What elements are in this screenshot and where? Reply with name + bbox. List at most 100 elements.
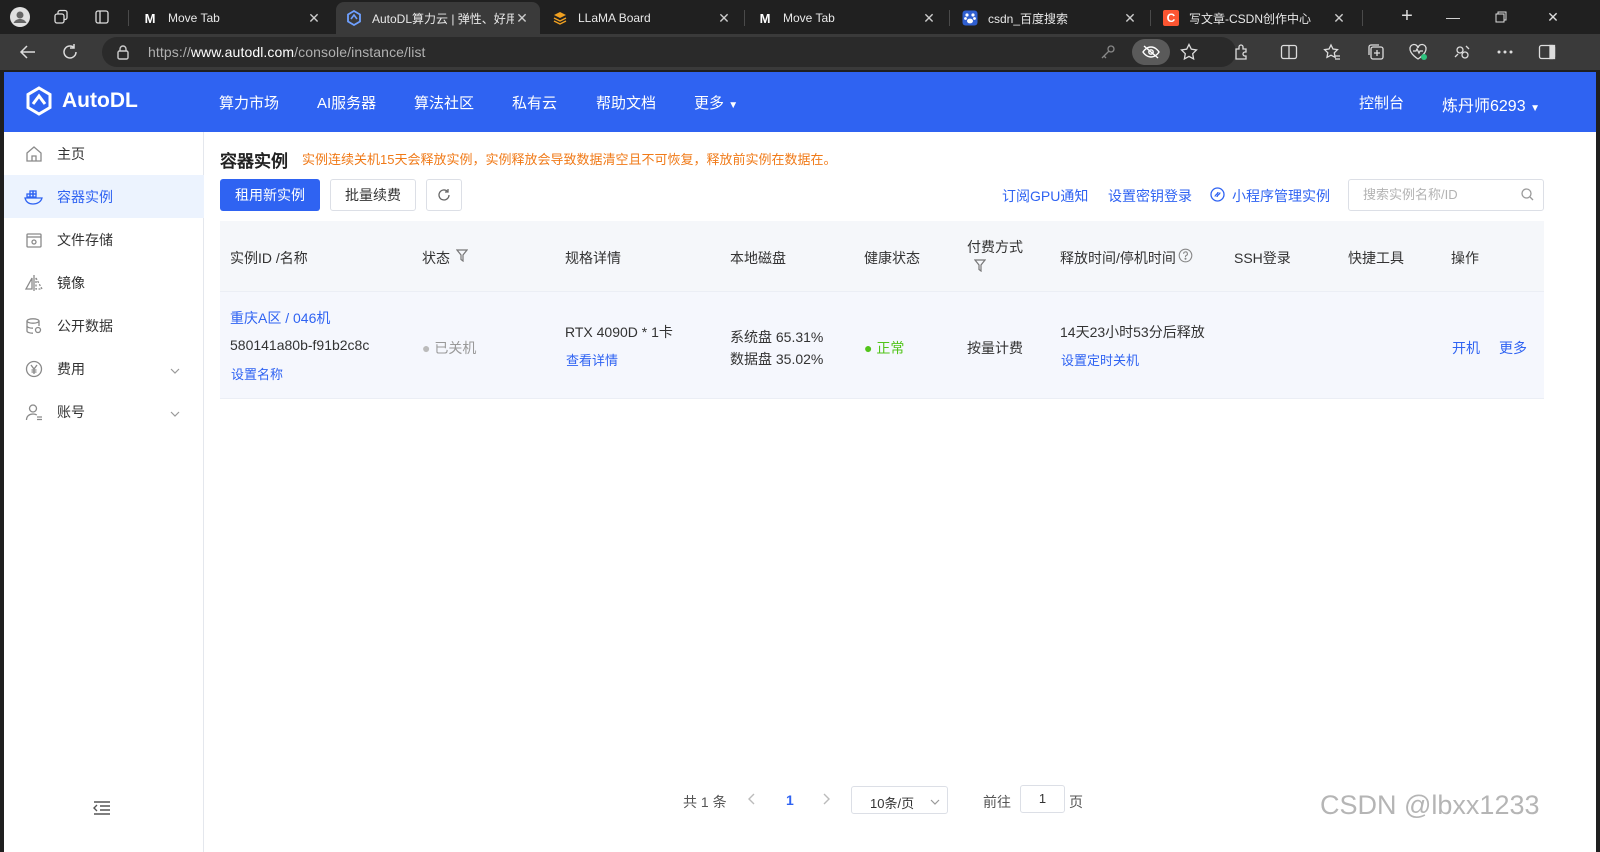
sidebar-item-image[interactable]: 镜像 [4,261,204,304]
sidebar-item-billing[interactable]: 费用 [4,347,204,390]
profile-avatar-icon[interactable] [9,6,31,28]
menu-compute-market[interactable]: 算力市场 [219,92,279,113]
split-screen-icon[interactable] [1277,40,1301,64]
next-page-icon[interactable] [823,792,831,808]
search-input[interactable] [1363,187,1513,202]
subscribe-gpu-notice-link[interactable]: 订阅GPU通知 [1002,186,1088,206]
sidebar-item-public-data[interactable]: 公开数据 [4,304,204,347]
filter-icon[interactable] [973,259,987,277]
autodl-logo[interactable]: AutoDL [24,86,138,116]
sidebar: 主页 容器实例 文件存储 镜像 公开数据 费用 账号 [4,132,204,852]
sidebar-item-file-storage[interactable]: 文件存储 [4,218,204,261]
tab-close-icon[interactable]: ✕ [1122,10,1138,27]
tab-title: AutoDL算力云 | 弹性、好用 [372,11,514,26]
autodl-page: AutoDL 算力市场 AI服务器 算法社区 私有云 帮助文档 更多 ▼ 控制台… [4,72,1596,852]
lock-icon[interactable] [116,44,130,65]
browser-tab[interactable]: M Move Tab ✕ [132,2,332,34]
browser-essentials-icon[interactable] [1406,40,1430,64]
refresh-button[interactable] [426,179,462,211]
goto-prefix: 前往 [983,794,1011,810]
goto-page-input[interactable]: 1 [1020,785,1065,813]
tab-close-icon[interactable]: ✕ [716,10,732,27]
tab-title: Move Tab [783,11,835,25]
browser-tab[interactable]: M Move Tab ✕ [747,2,947,34]
minimize-icon[interactable]: — [1430,4,1476,30]
sidebar-item-account[interactable]: 账号 [4,390,204,433]
restore-icon[interactable] [1478,4,1524,30]
more-options-icon[interactable] [1493,40,1517,64]
sidebar-item-container-instance[interactable]: 容器实例 [4,175,204,218]
sidebar-item-home[interactable]: 主页 [4,132,204,175]
gpu-spec: RTX 4090D * 1卡 [565,324,673,340]
menu-console[interactable]: 控制台 [1359,92,1404,113]
csdn-favicon-icon: C [1163,10,1179,26]
menu-more[interactable]: 更多 ▼ [694,92,738,113]
page-title: 容器实例 [220,152,288,171]
page-size-select[interactable]: 10条/页 [851,786,948,814]
sidebar-item-label: 费用 [57,360,85,377]
close-window-icon[interactable]: ✕ [1530,4,1576,30]
sidebar-toggle-icon[interactable] [1535,40,1559,64]
browser-tab[interactable]: LLaMA Board ✕ [542,2,742,34]
tab-close-icon[interactable]: ✕ [1331,10,1347,27]
help-icon[interactable] [1178,248,1193,268]
view-details-link[interactable]: 查看详情 [566,350,618,369]
tab-close-icon[interactable]: ✕ [306,10,322,27]
tab-actions-icon[interactable] [91,6,113,28]
autodl-logo-icon [26,86,52,116]
favorite-star-icon[interactable] [1180,43,1198,66]
rent-new-instance-button[interactable]: 租用新实例 [220,179,320,211]
copilot-icon[interactable] [1450,40,1474,64]
tab-close-icon[interactable]: ✕ [514,10,530,27]
miniapp-manage-link[interactable]: 小程序管理实例 [1232,186,1330,206]
page-number-current[interactable]: 1 [786,792,794,808]
chevron-down-icon [170,361,180,377]
extensions-icon[interactable] [1230,40,1254,64]
filter-icon[interactable] [455,249,469,267]
logo-text: AutoDL [62,89,138,112]
browser-tab[interactable]: C 写文章-CSDN创作中心 ✕ [1153,2,1357,34]
layers-favicon-icon [552,10,568,26]
sidebar-item-label: 公开数据 [57,317,113,334]
refresh-icon[interactable] [57,40,83,64]
health-dot-icon: ● [864,340,873,356]
goto-suffix: 页 [1069,794,1083,810]
sidebar-item-label: 文件存储 [57,231,113,248]
container-icon [24,187,44,207]
start-instance-link[interactable]: 开机 [1452,338,1480,358]
key-icon[interactable] [1100,44,1116,65]
sidebar-item-label: 主页 [57,145,85,162]
collections-icon[interactable] [1364,40,1388,64]
instance-search [1348,179,1544,211]
collapse-sidebar-icon[interactable] [93,800,111,821]
sidebar-item-label: 镜像 [57,274,85,291]
browser-tab-active[interactable]: AutoDL算力云 | 弹性、好用 ✕ [336,2,540,34]
favorites-icon[interactable] [1320,40,1344,64]
home-icon [24,144,44,164]
set-timed-shutdown-link[interactable]: 设置定时关机 [1061,350,1139,369]
main-content: 容器实例 实例连续关机15天会释放实例，实例释放会导致数据清空且不可恢复，释放前… [220,132,1596,852]
tracking-prevention-icon[interactable] [1132,39,1170,65]
batch-renew-button[interactable]: 批量续费 [330,179,416,211]
release-warning-notice: 实例连续关机15天会释放实例，实例释放会导致数据清空且不可恢复，释放前实例在数据… [302,152,837,167]
workspaces-icon[interactable] [50,6,72,28]
tab-title: csdn_百度搜索 [988,11,1069,26]
browser-tab[interactable]: csdn_百度搜索 ✕ [952,2,1148,34]
set-name-link[interactable]: 设置名称 [231,364,283,383]
tab-close-icon[interactable]: ✕ [921,10,937,27]
search-icon[interactable] [1521,188,1534,206]
menu-algorithm-community[interactable]: 算法社区 [414,92,474,113]
back-icon[interactable] [15,40,41,64]
caret-down-icon: ▼ [728,100,739,111]
url-field[interactable]: https://www.autodl.com/console/instance/… [102,37,1236,67]
new-tab-icon[interactable]: + [1395,5,1419,29]
user-menu[interactable]: 炼丹师6293 ▼ [1442,92,1540,116]
instance-name-link[interactable]: 重庆A区 / 046机 [230,308,330,328]
menu-help-docs[interactable]: 帮助文档 [596,92,656,113]
prev-page-icon[interactable] [747,792,755,808]
release-time: 14天23小时53分后释放 [1060,324,1205,340]
menu-private-cloud[interactable]: 私有云 [512,92,557,113]
menu-ai-server[interactable]: AI服务器 [317,92,376,113]
ssh-key-login-link[interactable]: 设置密钥登录 [1108,186,1192,206]
more-actions-link[interactable]: 更多 [1499,338,1527,358]
